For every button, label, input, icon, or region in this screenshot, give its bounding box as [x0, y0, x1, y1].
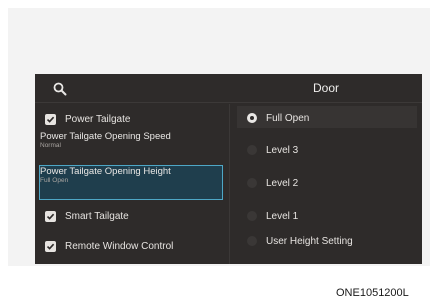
settings-list: Power Tailgate Power Tailgate Opening Sp…: [35, 104, 225, 264]
radio-unselected-icon[interactable]: [247, 211, 257, 221]
opening-height-name: Power Tailgate Opening Height: [40, 166, 171, 177]
top-bar: Door: [35, 74, 422, 103]
opening-height-value: Full Open: [40, 177, 69, 184]
figure-caption: ONE1051200L: [336, 287, 409, 299]
option-label: Level 3: [266, 144, 299, 156]
opening-height-setting[interactable]: Power Tailgate Opening Height Full Open: [40, 167, 222, 184]
infotainment-screen: Door Power Tailgate Power Tailgate Openi…: [35, 74, 422, 264]
checkbox-checked-icon[interactable]: [45, 210, 56, 222]
options-list: Full Open Level 3 Level 2 Level 1 User H…: [237, 104, 422, 264]
option-level-1[interactable]: Level 1: [247, 207, 298, 225]
opening-speed-value: Normal: [40, 142, 61, 149]
option-level-2[interactable]: Level 2: [247, 174, 298, 192]
option-label: Full Open: [266, 112, 310, 124]
option-level-3[interactable]: Level 3: [247, 141, 298, 159]
radio-selected-icon[interactable]: [247, 113, 257, 123]
radio-unselected-icon[interactable]: [247, 178, 257, 188]
power-tailgate-label: Power Tailgate: [65, 113, 131, 125]
remote-window-label: Remote Window Control: [65, 240, 174, 252]
radio-unselected-icon[interactable]: [247, 145, 257, 155]
opening-speed-name: Power Tailgate Opening Speed: [40, 131, 171, 142]
option-label: Level 2: [266, 177, 299, 189]
option-label: Level 1: [266, 210, 299, 222]
power-tailgate-toggle[interactable]: Power Tailgate: [45, 109, 130, 129]
smart-tailgate-toggle[interactable]: Smart Tailgate: [45, 206, 129, 226]
page-title: Door: [313, 81, 340, 95]
panel-divider: [229, 104, 230, 264]
radio-unselected-icon[interactable]: [247, 236, 257, 246]
option-full-open[interactable]: Full Open: [247, 109, 309, 127]
checkbox-checked-icon[interactable]: [45, 113, 56, 125]
option-user-height[interactable]: User Height Setting: [247, 232, 353, 250]
smart-tailgate-label: Smart Tailgate: [65, 210, 129, 222]
opening-speed-setting[interactable]: Power Tailgate Opening Speed Normal: [40, 132, 222, 149]
checkbox-checked-icon[interactable]: [45, 240, 56, 252]
remote-window-toggle[interactable]: Remote Window Control: [45, 236, 173, 256]
search-icon[interactable]: [53, 82, 67, 96]
option-label: User Height Setting: [266, 235, 353, 247]
